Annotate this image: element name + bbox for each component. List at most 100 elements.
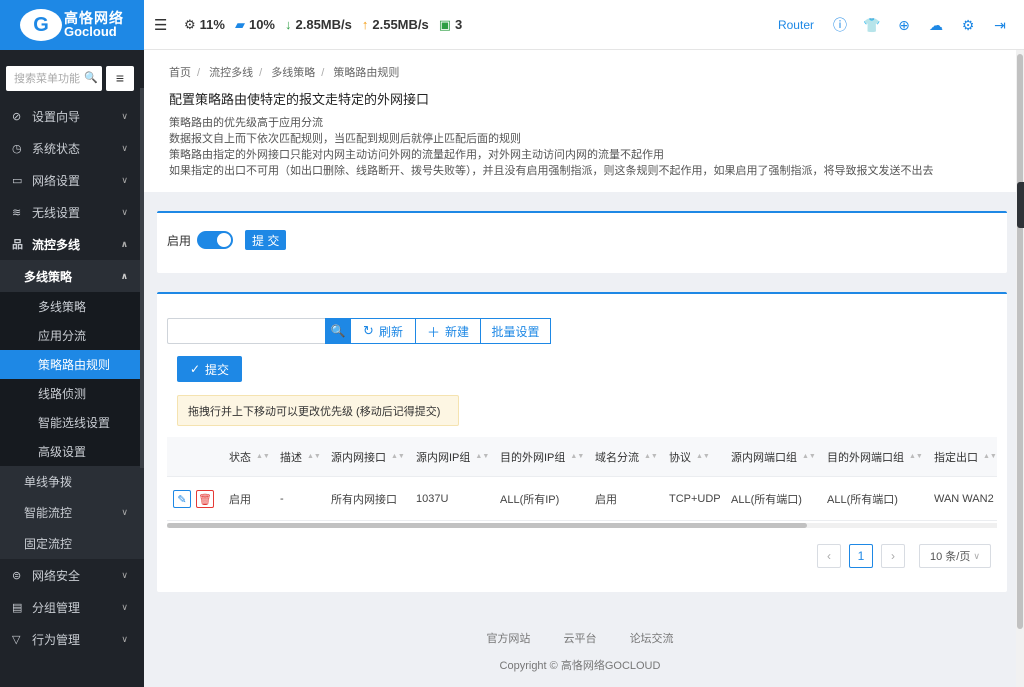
chevron-down-icon: ∨ [121, 174, 128, 185]
new-button[interactable]: ＋ 新建 [416, 318, 481, 344]
cell-exit: WAN WAN2 [934, 493, 994, 505]
collapse-sidebar-icon[interactable]: ☰ [154, 16, 174, 34]
refresh-button[interactable]: ↻ 刷新 [351, 318, 416, 344]
sidebar-item-behavior-management[interactable]: ▽ 行为管理 ∨ [0, 623, 144, 655]
toggle-knob [217, 233, 232, 247]
sidebar-item-wireless-settings[interactable]: ≋ 无线设置 ∨ [0, 196, 144, 228]
gear-icon[interactable]: ⚙ [952, 17, 984, 34]
brand-name-cn: 高恪网络 [64, 10, 124, 26]
sidebar-subitem-label: 多线策略 [24, 269, 73, 284]
chevron-down-icon: ∨ [121, 507, 128, 517]
page-number-button[interactable]: 1 [849, 544, 873, 568]
sort-icon: ▲▼ [644, 453, 658, 460]
breadcrumb-home[interactable]: 首页 [169, 67, 191, 79]
column-header-dst-ip-group[interactable]: 目的外网IP组 ▲▼ [500, 437, 584, 477]
sidebar-subitem-label: 固定流控 [24, 537, 73, 551]
sidebar-subitem-smart-flow-control[interactable]: 智能流控 ∨ [0, 497, 144, 528]
sidebar-leaf-app-split[interactable]: 应用分流 [0, 321, 144, 350]
batch-settings-button[interactable]: 批量设置 [481, 318, 551, 344]
main-content: 首页 / 流控多线 / 多线策略 / 策略路由规则 配置策略路由使特定的报文走特定的外… [144, 50, 1016, 687]
rule-search-input[interactable] [167, 318, 325, 344]
search-button[interactable]: 🔍 [325, 318, 351, 344]
chevron-down-icon: ∨ [121, 142, 128, 153]
sidebar-item-setup-wizard[interactable]: ⊘ 设置向导 ∨ [0, 100, 144, 132]
page-header: 首页 / 流控多线 / 多线策略 / 策略路由规则 配置策略路由使特定的报文走特定的外… [144, 50, 1016, 192]
column-header-exit[interactable]: 指定出口 ▲▼ [934, 437, 997, 477]
column-header-src-port-group[interactable]: 源内网端口组 ▲▼ [731, 437, 816, 477]
breadcrumb-flow-multiline[interactable]: 流控多线 [209, 67, 253, 79]
trash-icon[interactable]: 🗑 [196, 490, 214, 508]
enable-toggle[interactable] [197, 231, 234, 249]
sidebar-leaf-line-detection[interactable]: 线路侦测 [0, 379, 144, 408]
cell-dst-port-group: ALL(所有端口) [827, 494, 898, 506]
scrollbar-thumb[interactable] [1017, 54, 1023, 629]
sidebar-leaf-advanced-settings[interactable]: 高级设置 [0, 437, 144, 466]
sort-icon: ▲▼ [696, 453, 710, 460]
column-header-description[interactable]: 描述 ▲▼ [280, 437, 321, 477]
sidebar-subitem-multiline-policy[interactable]: 多线策略 ∧ [0, 260, 144, 292]
sidebar-subitem-fixed-flow-control[interactable]: 固定流控 [0, 528, 144, 559]
footer-link-official-site[interactable]: 官方网站 [486, 633, 530, 645]
sidebar-item-network-security[interactable]: ⊜ 网络安全 ∨ [0, 559, 144, 591]
column-header-status[interactable]: 状态 ▲▼ [229, 437, 270, 477]
cell-domain-split: 启用 [595, 494, 617, 506]
brand-logo[interactable]: G 高恪网络 Gocloud [0, 0, 144, 50]
sidebar-item-group-management[interactable]: ▤ 分组管理 ∨ [0, 591, 144, 623]
cell-dst-ip-group: ALL(所有IP) [500, 494, 560, 506]
refresh-label: 刷新 [378, 324, 403, 339]
search-icon[interactable]: 🔍 [84, 71, 98, 84]
column-header-src-interface[interactable]: 源内网接口 ▲▼ [331, 437, 405, 477]
globe-icon[interactable]: ⊕ [888, 17, 920, 34]
prev-page-button[interactable]: ‹ [817, 544, 841, 568]
chevron-up-icon: ∧ [120, 238, 128, 249]
breadcrumb-multiline-policy[interactable]: 多线策略 [271, 67, 315, 79]
dashboard-icon: ◷ [12, 142, 22, 155]
sidebar-item-label: 网络安全 [32, 568, 81, 583]
shield-icon: ⊜ [12, 569, 22, 582]
footer-link-forum[interactable]: 论坛交流 [630, 633, 674, 645]
sidebar-item-label: 流控多线 [32, 237, 81, 252]
shirt-icon[interactable]: 👕 [856, 17, 888, 34]
column-header-dst-port-group[interactable]: 目的外网端口组 ▲▼ [827, 437, 923, 477]
row-actions: ✎ 🗑 [173, 477, 214, 521]
logout-icon[interactable]: ⇥ [984, 17, 1016, 34]
sidebar-subitem-single-line-dial[interactable]: 单线争拨 [0, 466, 144, 497]
side-panel-handle[interactable] [1017, 182, 1024, 228]
table-row[interactable]: ✎ 🗑 启用 - 所有内网接口 1037U ALL(所有IP) 启用 TCP+U… [167, 477, 997, 521]
column-header-protocol[interactable]: 协议 ▲▼ [669, 437, 710, 477]
router-link[interactable]: Router [778, 18, 814, 32]
edit-icon[interactable]: ✎ [173, 490, 191, 508]
sidebar-item-system-status[interactable]: ◷ 系统状态 ∨ [0, 132, 144, 164]
menu-toggle-button[interactable]: ≡ [106, 65, 134, 91]
gocloud-logo-icon: G [20, 9, 62, 41]
arrow-up-icon: ↑ [361, 17, 369, 32]
next-page-button[interactable]: › [881, 544, 905, 568]
sidebar-item-network-settings[interactable]: ▭ 网络设置 ∨ [0, 164, 144, 196]
sidebar-leaf-smart-line-select[interactable]: 智能选线设置 [0, 408, 144, 437]
sidebar-item-label: 行为管理 [32, 632, 81, 647]
menu-search-input[interactable]: 搜索菜单功能 🔍 [6, 65, 102, 91]
sidebar-leaf-policy-route-rules[interactable]: 策略路由规则 [0, 350, 144, 379]
scrollbar-thumb[interactable] [167, 523, 807, 528]
column-header-src-ip-group[interactable]: 源内网IP组 ▲▼ [416, 437, 489, 477]
sidebar-item-flow-multiline[interactable]: 品 流控多线 ∧ [0, 228, 144, 260]
cloud-upload-icon[interactable]: ☁ [920, 17, 952, 34]
table-horizontal-scrollbar[interactable] [167, 523, 997, 528]
check-icon: ✓ [189, 362, 201, 376]
footer: 官方网站 云平台 论坛交流 Copyright © 高恪网络GOCLOUD [144, 630, 1016, 673]
cell-status: 启用 [229, 494, 251, 506]
enable-submit-button[interactable]: 提 交 [245, 230, 287, 250]
sidebar-leaf-multiline-policy[interactable]: 多线策略 [0, 292, 144, 321]
sort-icon: ▲▼ [909, 453, 923, 460]
main-scrollbar[interactable] [1016, 50, 1024, 687]
brand-name-en: Gocloud [64, 24, 117, 39]
table-header: 状态 ▲▼ 描述 ▲▼ 源内网接口 ▲▼ 源内网IP组 ▲▼ 目的外网IP组 ▲▼ 域名分… [167, 437, 997, 477]
info-icon[interactable]: ⓘ [824, 15, 856, 35]
sort-icon: ▲▼ [256, 453, 270, 460]
footer-link-cloud-platform[interactable]: 云平台 [564, 633, 597, 645]
page-size-select[interactable]: 10 条/页 ∨ [919, 544, 991, 568]
refresh-icon: ↻ [363, 323, 374, 338]
submit-button[interactable]: ✓ 提交 [177, 356, 242, 382]
column-header-domain-split[interactable]: 域名分流 ▲▼ [595, 437, 658, 477]
cell-src-port-group: ALL(所有端口) [731, 494, 802, 506]
